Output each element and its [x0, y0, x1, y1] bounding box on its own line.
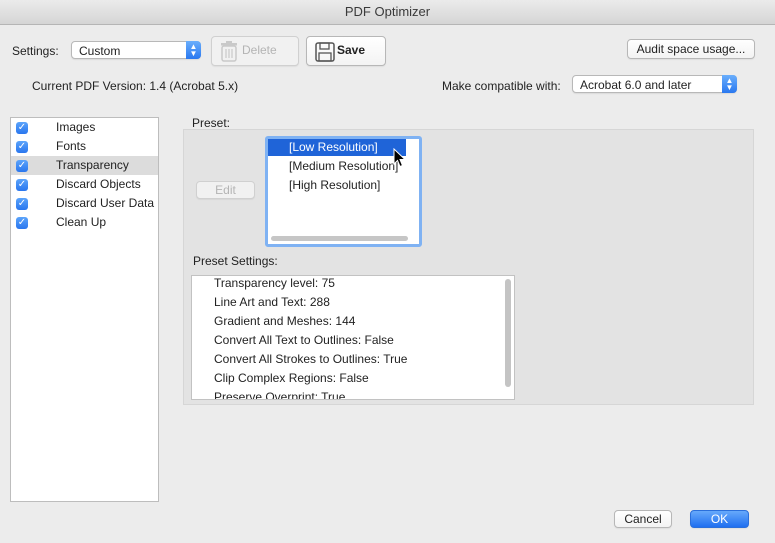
- checkbox-checked-icon[interactable]: ✓: [16, 179, 28, 191]
- list-item: Gradient and Meshes: 144: [214, 314, 356, 328]
- compatibility-popup[interactable]: Acrobat 6.0 and later ▲ ▼: [572, 75, 737, 93]
- save-label: Save: [337, 43, 366, 57]
- cancel-button[interactable]: Cancel: [614, 510, 672, 528]
- list-item: Preserve Overprint: True: [214, 390, 346, 400]
- list-item: Convert All Text to Outlines: False: [214, 333, 394, 347]
- settings-popup[interactable]: Custom ▲ ▼: [71, 41, 201, 59]
- list-item: Transparency level: 75: [214, 276, 335, 290]
- trash-icon: [221, 41, 237, 62]
- category-item-fonts[interactable]: ✓ Fonts: [11, 137, 158, 156]
- category-label: Clean Up: [56, 215, 107, 229]
- chevron-updown-icon: ▲ ▼: [722, 75, 737, 93]
- category-item-transparency[interactable]: ✓ Transparency: [11, 156, 158, 175]
- checkbox-checked-icon[interactable]: ✓: [16, 217, 28, 229]
- category-item-discard-user-data[interactable]: ✓ Discard User Data: [11, 194, 158, 213]
- list-item: Clip Complex Regions: False: [214, 371, 369, 385]
- preset-label: Preset:: [192, 116, 231, 130]
- horizontal-scrollbar[interactable]: [271, 236, 408, 241]
- floppy-disk-icon: [315, 42, 335, 62]
- checkbox-checked-icon[interactable]: ✓: [16, 198, 28, 210]
- window-title: PDF Optimizer: [0, 0, 775, 25]
- category-label: Discard User Data: [56, 196, 155, 210]
- compatibility-value: Acrobat 6.0 and later: [580, 78, 692, 92]
- delete-button[interactable]: Delete: [211, 36, 299, 66]
- preset-item-low-resolution[interactable]: [Low Resolution]: [268, 139, 406, 156]
- preset-item-label: [High Resolution]: [289, 178, 381, 192]
- category-label: Transparency: [56, 158, 129, 172]
- preset-item-high-resolution[interactable]: [High Resolution]: [268, 177, 406, 194]
- current-pdf-version: Current PDF Version: 1.4 (Acrobat 5.x): [32, 79, 239, 93]
- category-list[interactable]: ✓ Images ✓ Fonts ✓ Transparency ✓ Discar…: [10, 117, 159, 502]
- preset-settings-label: Preset Settings:: [193, 254, 278, 268]
- category-item-clean-up[interactable]: ✓ Clean Up: [11, 213, 158, 232]
- save-button[interactable]: Save: [306, 36, 386, 66]
- list-item: Line Art and Text: 288: [214, 295, 330, 309]
- checkbox-checked-icon[interactable]: ✓: [16, 160, 28, 172]
- preset-item-label: [Low Resolution]: [289, 140, 378, 154]
- category-label: Fonts: [56, 139, 87, 153]
- preset-item-label: [Medium Resolution]: [289, 159, 399, 173]
- vertical-scrollbar[interactable]: [505, 279, 511, 387]
- mouse-pointer-icon: [393, 148, 407, 168]
- checkbox-checked-icon[interactable]: ✓: [16, 122, 28, 134]
- audit-space-usage-button[interactable]: Audit space usage...: [627, 39, 755, 59]
- preset-settings-list[interactable]: Transparency level: 75 Line Art and Text…: [191, 275, 515, 400]
- delete-label: Delete: [242, 43, 277, 57]
- settings-value: Custom: [79, 44, 121, 58]
- category-item-discard-objects[interactable]: ✓ Discard Objects: [11, 175, 158, 194]
- category-label: Images: [56, 120, 96, 134]
- edit-button[interactable]: Edit: [196, 181, 255, 199]
- category-label: Discard Objects: [56, 177, 141, 191]
- compat-label: Make compatible with:: [442, 79, 561, 93]
- checkbox-checked-icon[interactable]: ✓: [16, 141, 28, 153]
- settings-label: Settings:: [12, 44, 59, 58]
- chevron-updown-icon: ▲ ▼: [186, 41, 201, 59]
- list-item: Convert All Strokes to Outlines: True: [214, 352, 408, 366]
- preset-item-medium-resolution[interactable]: [Medium Resolution]: [268, 158, 406, 175]
- ok-button[interactable]: OK: [690, 510, 749, 528]
- category-item-images[interactable]: ✓ Images: [11, 118, 158, 137]
